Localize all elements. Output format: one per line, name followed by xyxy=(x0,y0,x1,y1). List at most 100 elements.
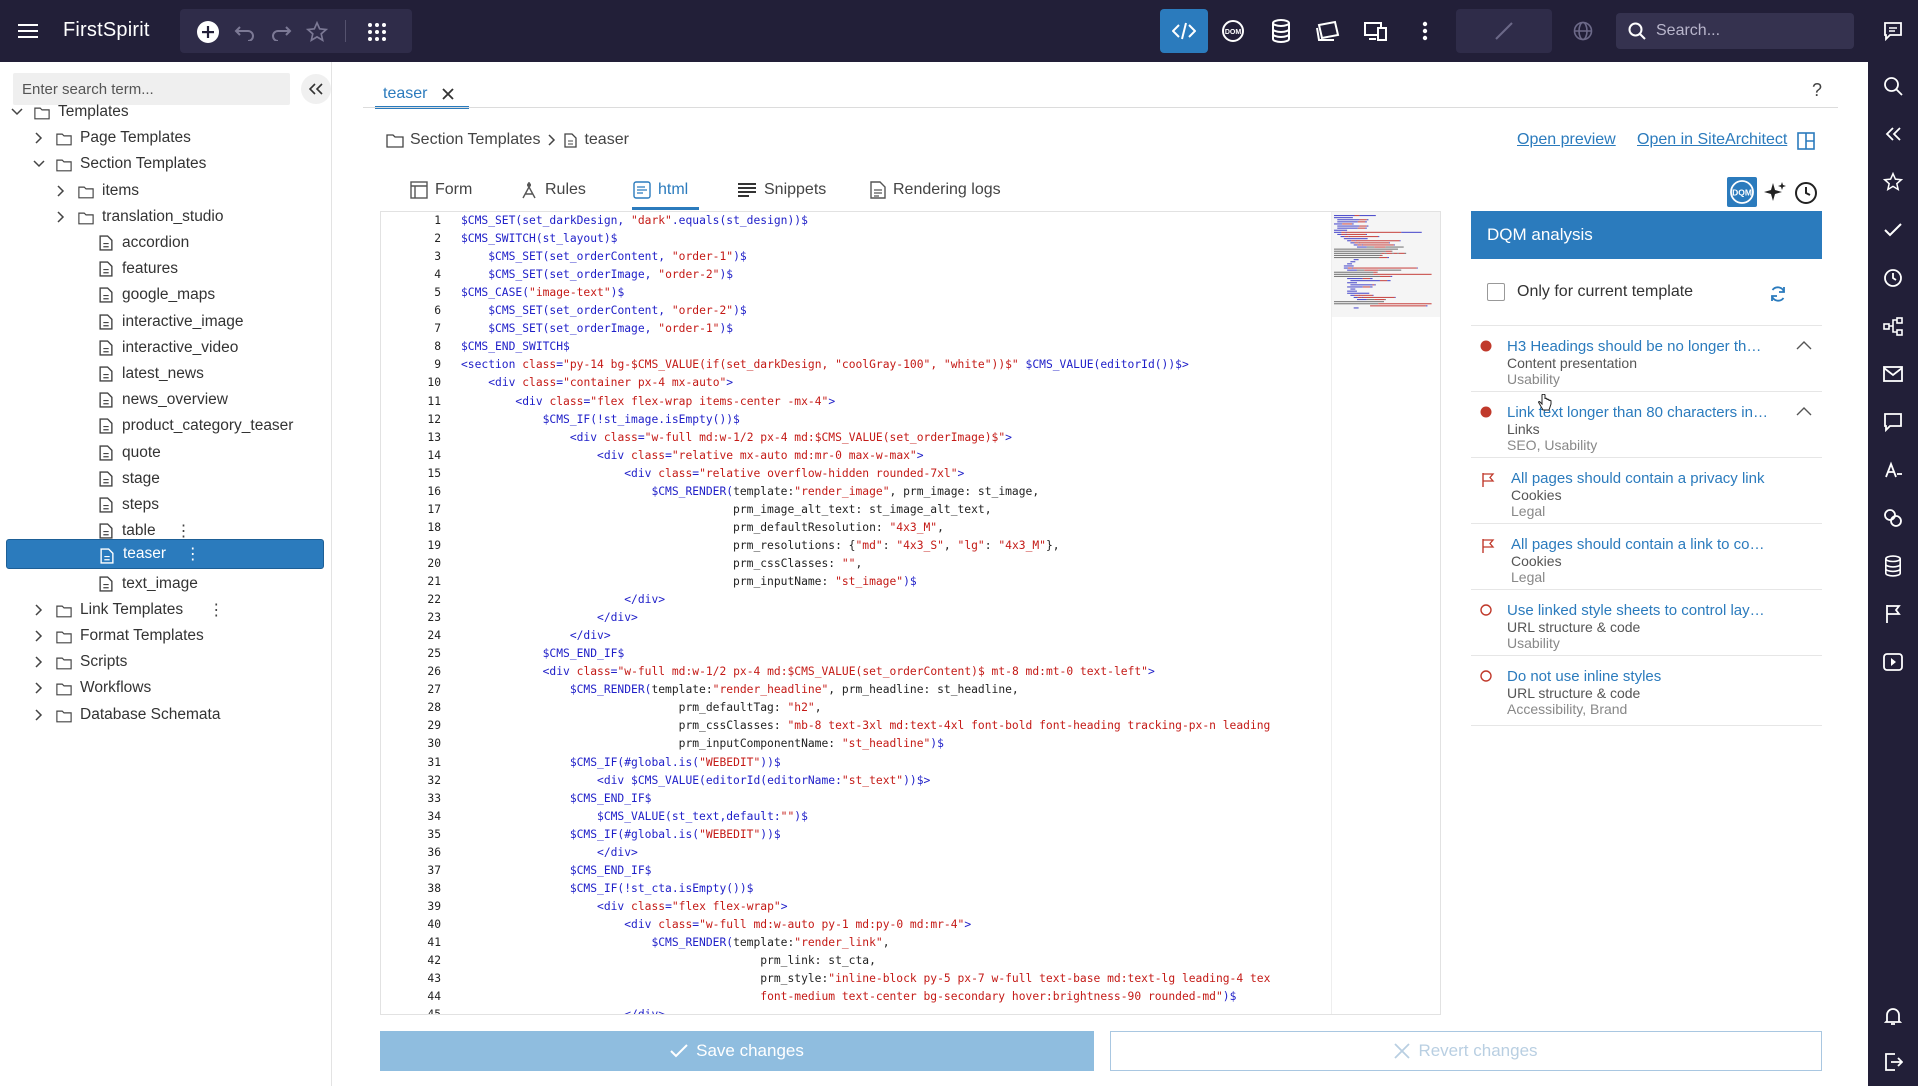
chevron-right-icon[interactable] xyxy=(54,210,68,224)
chevron-down-icon[interactable] xyxy=(10,105,24,119)
code-line[interactable]: <div class="flex flex-wrap"> xyxy=(461,900,787,913)
checkbox[interactable] xyxy=(1487,283,1505,301)
code-line[interactable]: <div class="w-full md:w-1/2 px-4 md:$CMS… xyxy=(461,665,1155,678)
dqm-issue[interactable]: All pages should contain a privacy link C… xyxy=(1471,457,1822,523)
dqm-issue[interactable]: Do not use inline styles URL structure & … xyxy=(1471,655,1822,721)
add-icon[interactable] xyxy=(195,19,221,45)
dqm-issue[interactable]: All pages should contain a link to co… Co… xyxy=(1471,523,1822,589)
dqm-issue-title[interactable]: H3 Headings should be no longer th… xyxy=(1507,338,1761,355)
devices-icon[interactable] xyxy=(1363,18,1389,44)
code-line[interactable]: </div> xyxy=(461,629,611,642)
code-line[interactable]: $CMS_END_IF$ xyxy=(461,792,652,805)
code-line[interactable]: <div class="flex flex-wrap items-center … xyxy=(461,395,835,408)
code-line[interactable]: $CMS_IF(!st_cta.isEmpty())$ xyxy=(461,882,754,895)
ai-sparkle-icon[interactable] xyxy=(1763,181,1787,205)
dqm-issue-title[interactable]: Do not use inline styles xyxy=(1507,668,1661,685)
history-icon[interactable] xyxy=(1881,266,1905,290)
editor-minimap[interactable] xyxy=(1331,212,1440,1014)
code-line[interactable]: $CMS_CASE("image-text")$ xyxy=(461,286,624,299)
notifications-icon[interactable] xyxy=(1881,1004,1905,1028)
code-line[interactable]: $CMS_IF(!st_image.isEmpty())$ xyxy=(461,413,740,426)
code-line[interactable]: prm_image_alt_text: st_image_alt_text, xyxy=(461,503,991,516)
favorites-icon[interactable] xyxy=(1881,170,1905,194)
close-icon[interactable] xyxy=(441,87,455,101)
chevron-down-icon[interactable] xyxy=(32,157,46,171)
code-line[interactable]: $CMS_IF(#global.is("WEBEDIT"))$ xyxy=(461,756,781,769)
code-line[interactable]: $CMS_END_SWITCH$ xyxy=(461,340,570,353)
code-line[interactable]: $CMS_RENDER(template:"render_headline", … xyxy=(461,683,1019,696)
tree-item[interactable]: Database Schemata xyxy=(0,699,332,731)
chevron-right-icon[interactable] xyxy=(32,708,46,722)
dqm-toggle-button[interactable]: DQM xyxy=(1727,177,1757,207)
code-line[interactable]: $CMS_SET(set_orderContent, "order-2")$ xyxy=(461,304,746,317)
dqm-issue[interactable]: Use linked style sheets to control lay… U… xyxy=(1471,589,1822,655)
more-vertical-icon[interactable]: ⋮ xyxy=(208,600,224,620)
code-line[interactable]: prm_style:"inline-block py-5 px-7 w-full… xyxy=(461,972,1270,985)
menu-icon[interactable] xyxy=(16,20,40,42)
code-line[interactable]: $CMS_RENDER(template:"render_image", prm… xyxy=(461,485,1039,498)
code-line[interactable]: <div class="relative mx-auto md:mr-0 max… xyxy=(461,449,924,462)
integrations-icon[interactable] xyxy=(1881,506,1905,530)
history-clock-icon[interactable] xyxy=(1794,181,1818,205)
code-line[interactable]: prm_inputName: "st_image")$ xyxy=(461,575,917,588)
code-line[interactable]: $CMS_SET(set_orderImage, "order-1")$ xyxy=(461,322,733,335)
dom-icon[interactable]: DOM xyxy=(1220,18,1246,44)
code-view-button[interactable] xyxy=(1160,9,1208,53)
video-icon[interactable] xyxy=(1881,650,1905,674)
apps-grid-icon[interactable] xyxy=(364,19,390,45)
open-preview-link[interactable]: Open preview xyxy=(1517,131,1616,149)
edit-icon[interactable] xyxy=(1491,18,1517,44)
dqm-issue-title[interactable]: Use linked style sheets to control lay… xyxy=(1507,602,1765,619)
code-line[interactable]: prm_cssClasses: "", xyxy=(461,557,862,570)
code-line[interactable]: </div> xyxy=(461,1008,665,1014)
dqm-issue-title[interactable]: All pages should contain a privacy link xyxy=(1511,470,1764,487)
dqm-issue-title[interactable]: All pages should contain a link to co… xyxy=(1511,536,1764,553)
code-line[interactable]: $CMS_RENDER(template:"render_link", xyxy=(461,936,889,949)
revert-changes-button[interactable]: Revert changes xyxy=(1110,1031,1822,1071)
code-line[interactable]: </div> xyxy=(461,593,665,606)
tree-item[interactable]: teaser ⋮ xyxy=(6,539,324,570)
chevron-up-icon[interactable] xyxy=(1796,406,1812,416)
globe-icon[interactable] xyxy=(1570,18,1596,44)
code-line[interactable]: $CMS_SET(set_orderContent, "order-1")$ xyxy=(461,250,746,263)
mail-icon[interactable] xyxy=(1881,362,1905,386)
code-line[interactable]: </div> xyxy=(461,611,638,624)
comments-icon[interactable] xyxy=(1881,410,1905,434)
subtab-rendering-logs[interactable]: Rendering logs xyxy=(870,178,1001,202)
code-line[interactable]: prm_defaultTag: "h2", xyxy=(461,701,822,714)
code-line[interactable]: prm_cssClasses: "mb-8 text-3xl md:text-4… xyxy=(461,719,1271,732)
code-line[interactable]: $CMS_SET(set_darkDesign, "dark".equals(s… xyxy=(461,214,808,227)
code-line[interactable]: $CMS_VALUE(st_text,default:"")$ xyxy=(461,810,808,823)
chat-icon[interactable] xyxy=(1881,19,1905,43)
code-line[interactable]: $CMS_IF(#global.is("WEBEDIT"))$ xyxy=(461,828,781,841)
chevron-up-icon[interactable] xyxy=(1796,340,1812,350)
translate-icon[interactable] xyxy=(1881,458,1905,482)
open-sitearchitect-link[interactable]: Open in SiteArchitect xyxy=(1637,131,1787,149)
minimap-viewport[interactable] xyxy=(1332,212,1440,317)
refresh-icon[interactable] xyxy=(1769,285,1787,303)
subtab-snippets[interactable]: Snippets xyxy=(737,178,826,202)
breadcrumb-parent[interactable]: Section Templates xyxy=(410,131,540,149)
code-line[interactable]: prm_resolutions: {"md": "4x3_S", "lg": "… xyxy=(461,539,1060,552)
dqm-issue[interactable]: Link text longer than 80 characters in… L… xyxy=(1471,391,1822,457)
tab-teaser[interactable]: teaser xyxy=(383,80,455,108)
code-line[interactable]: <section class="py-14 bg-$CMS_VALUE(if(s… xyxy=(461,358,1189,371)
code-line[interactable]: $CMS_END_IF$ xyxy=(461,864,652,877)
redo-icon[interactable] xyxy=(268,19,294,45)
code-line[interactable]: <div class="relative overflow-hidden rou… xyxy=(461,467,964,480)
check-icon[interactable] xyxy=(1881,218,1905,242)
top-search-input[interactable] xyxy=(1656,22,1846,40)
more-vertical-icon[interactable]: ⋮ xyxy=(185,544,201,564)
code-line[interactable]: $CMS_SET(set_orderImage, "order-2")$ xyxy=(461,268,733,281)
chevron-right-icon[interactable] xyxy=(32,629,46,643)
subtab-rules[interactable]: Rules xyxy=(520,178,586,202)
search-rail-icon[interactable] xyxy=(1881,74,1905,98)
media-icon[interactable] xyxy=(1315,18,1341,44)
chevron-right-icon[interactable] xyxy=(32,655,46,669)
more-vertical-icon[interactable]: ⋮ xyxy=(176,521,192,541)
code-line[interactable]: <div class="container px-4 mx-auto"> xyxy=(461,376,733,389)
help-icon[interactable]: ? xyxy=(1812,80,1822,101)
subtab-html[interactable]: html xyxy=(633,178,688,202)
code-line[interactable]: font-medium text-center bg-secondary hov… xyxy=(461,990,1236,1003)
code-line[interactable]: <div $CMS_VALUE(editorId(editorName:"st_… xyxy=(461,774,930,787)
